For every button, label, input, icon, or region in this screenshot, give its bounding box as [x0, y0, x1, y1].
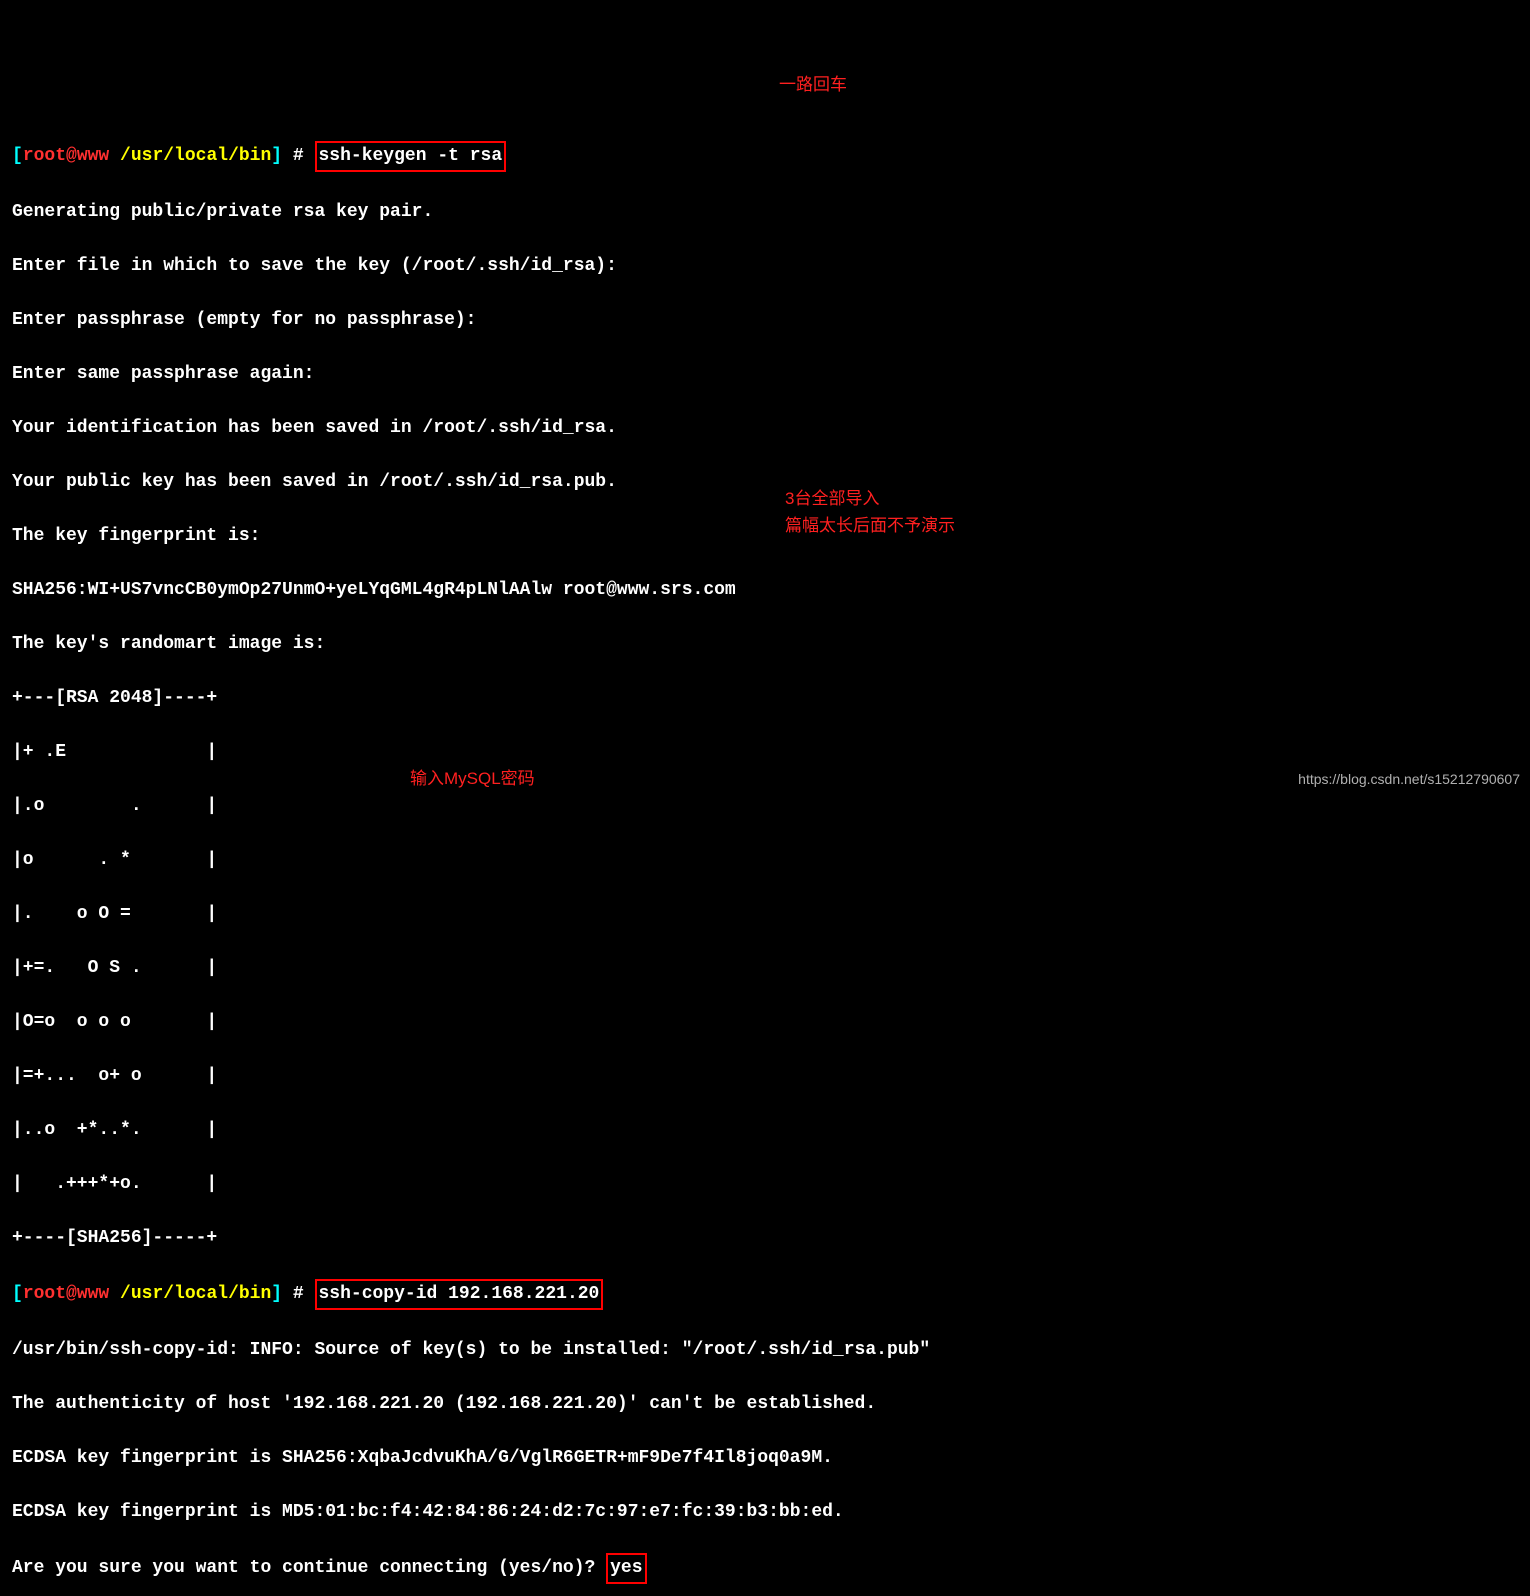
- annotation-enter: 一路回车: [779, 72, 847, 98]
- annotation-import: 3台全部导入: [785, 486, 879, 512]
- output-line: Generating public/private rsa key pair.: [12, 199, 1518, 226]
- randomart-line: |. o O = |: [12, 901, 1518, 928]
- output-line: ECDSA key fingerprint is MD5:01:bc:f4:42…: [12, 1499, 1518, 1526]
- annotation-toolong: 篇幅太长后面不予演示: [785, 513, 955, 539]
- output-line: Your public key has been saved in /root/…: [12, 469, 1518, 496]
- bracket: ]: [271, 146, 282, 166]
- output-line: Enter passphrase (empty for no passphras…: [12, 307, 1518, 334]
- randomart-line: |+ .E |: [12, 739, 1518, 766]
- input-yes[interactable]: yes: [606, 1553, 646, 1584]
- randomart-line: |..o +*..*. |: [12, 1117, 1518, 1144]
- output-line: Your identification has been saved in /r…: [12, 415, 1518, 442]
- prompt-hash: #: [282, 146, 314, 166]
- bracket: ]: [271, 1284, 282, 1304]
- output-line: The key's randomart image is:: [12, 631, 1518, 658]
- bracket: [: [12, 1284, 23, 1304]
- randomart-line: |O=o o o o |: [12, 1009, 1518, 1036]
- randomart-line: +----[SHA256]-----+: [12, 1225, 1518, 1252]
- prompt-path: /usr/local/bin: [120, 1284, 271, 1304]
- randomart-line: |o . * |: [12, 847, 1518, 874]
- output-line: ECDSA key fingerprint is SHA256:XqbaJcdv…: [12, 1445, 1518, 1472]
- prompt-hash: #: [282, 1284, 314, 1304]
- prompt-user-host: root@www: [23, 146, 109, 166]
- output-line: /usr/bin/ssh-copy-id: INFO: Source of ke…: [12, 1337, 1518, 1364]
- watermark: https://blog.csdn.net/s15212790607: [1298, 769, 1520, 790]
- output-line: SHA256:WI+US7vncCB0ymOp27UnmO+yeLYqGML4g…: [12, 577, 1518, 604]
- randomart-line: +---[RSA 2048]----+: [12, 685, 1518, 712]
- randomart-line: |=+... o+ o |: [12, 1063, 1518, 1090]
- prompt-user-host: root@www: [23, 1284, 109, 1304]
- bracket: [: [12, 146, 23, 166]
- output-line: The authenticity of host '192.168.221.20…: [12, 1391, 1518, 1418]
- output-line: The key fingerprint is:: [12, 523, 1518, 550]
- prompt-path: /usr/local/bin: [120, 146, 271, 166]
- terminal-output: [root@www /usr/local/bin] # ssh-keygen -…: [12, 114, 1518, 1596]
- output-line: Enter same passphrase again:: [12, 361, 1518, 388]
- output-line-prompt: Are you sure you want to continue connec…: [12, 1558, 606, 1578]
- output-line: Enter file in which to save the key (/ro…: [12, 253, 1518, 280]
- annotation-mysql-password: 输入MySQL密码: [410, 766, 535, 792]
- command-ssh-keygen[interactable]: ssh-keygen -t rsa: [315, 141, 507, 172]
- command-ssh-copy-id[interactable]: ssh-copy-id 192.168.221.20: [315, 1279, 604, 1310]
- randomart-line: |+=. O S . |: [12, 955, 1518, 982]
- randomart-line: |.o . |: [12, 793, 1518, 820]
- randomart-line: | .+++*+o. |: [12, 1171, 1518, 1198]
